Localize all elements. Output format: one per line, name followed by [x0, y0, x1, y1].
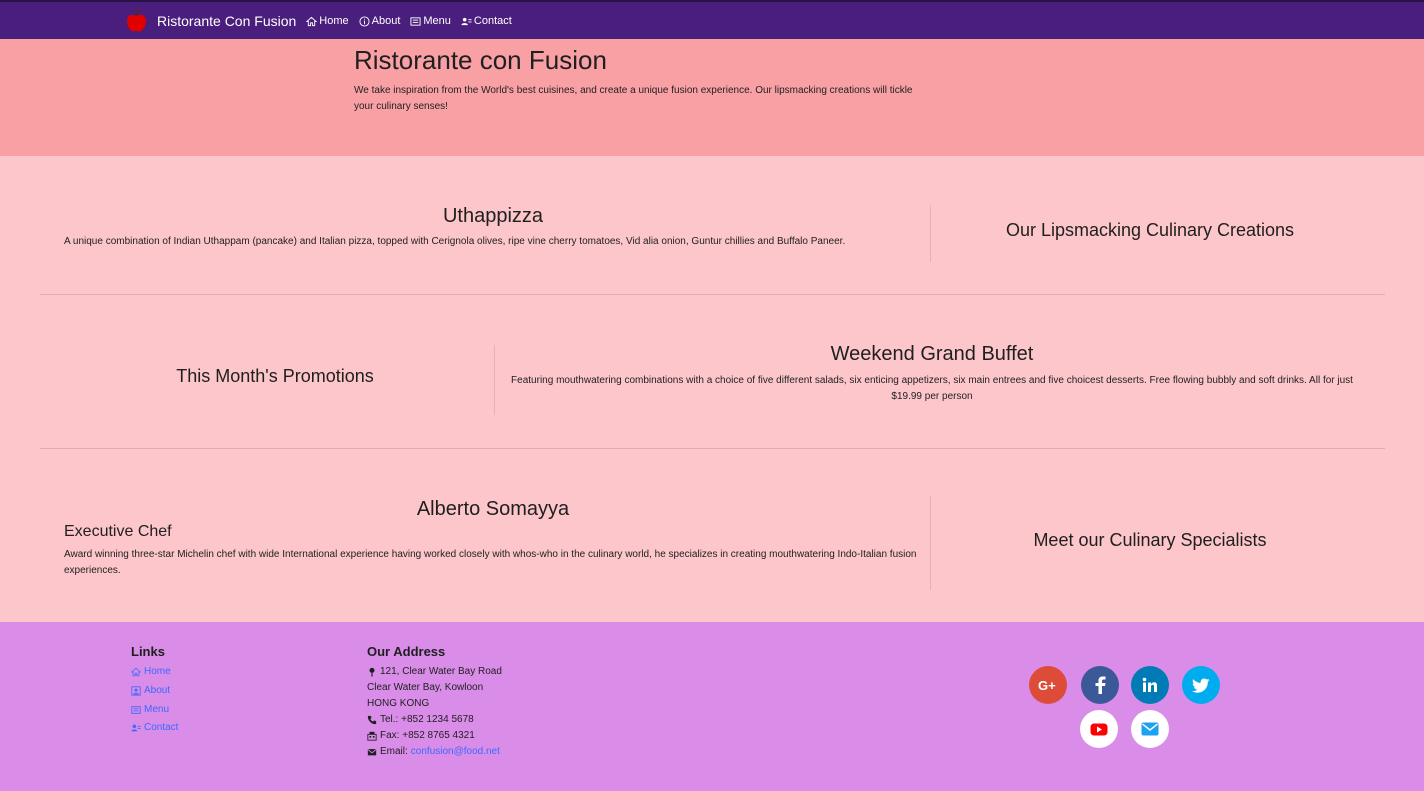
facebook-button[interactable]: [1081, 666, 1119, 704]
address-line2: Clear Water Bay, Kowloon: [367, 682, 484, 693]
leader-side-title: Meet our Culinary Specialists: [1033, 530, 1267, 550]
brand-name[interactable]: Ristorante Con Fusion: [157, 13, 296, 29]
nav-inner: Ristorante Con Fusion Home About Menu Co…: [126, 8, 522, 34]
apple-logo-icon[interactable]: [126, 10, 147, 32]
fax-icon: [367, 731, 377, 741]
footer: Links Home About Menu Contact Our Addres…: [0, 622, 1424, 791]
address-fax: Fax: +852 8765 4321: [367, 730, 475, 741]
mail-icon: [1141, 722, 1159, 736]
list-icon: [410, 16, 421, 27]
mail-button[interactable]: [1131, 710, 1169, 748]
nav-item-contact-label: Contact: [473, 15, 512, 27]
google-plus-button[interactable]: G+: [1029, 666, 1067, 704]
footer-link-home[interactable]: Home: [131, 666, 171, 677]
footer-link-contact-label: Contact: [144, 722, 179, 733]
address-tel: Tel.: +852 1234 5678: [367, 714, 474, 725]
twitter-icon: [1192, 678, 1210, 693]
footer-link-contact[interactable]: Contact: [131, 722, 178, 733]
address-fax-text: Fax: +852 8765 4321: [380, 730, 475, 741]
nav-item-menu[interactable]: Menu: [410, 15, 451, 27]
promotion-title: Weekend Grand Buffet: [830, 343, 1034, 365]
jumbotron-title: Ristorante con Fusion: [354, 45, 607, 75]
leader-description: Award winning three-star Michelin chef w…: [64, 549, 917, 576]
leader-divider: [930, 496, 931, 590]
youtube-icon: [1090, 723, 1108, 735]
nav-item-about-label: About: [371, 15, 401, 27]
envelope-icon: [367, 748, 377, 755]
linkedin-button[interactable]: [1131, 666, 1169, 704]
twitter-button[interactable]: [1182, 666, 1220, 704]
google-plus-icon: G+: [1038, 678, 1056, 692]
svg-text:G+: G+: [1038, 678, 1056, 692]
home-icon: [306, 16, 318, 27]
nav-item-about[interactable]: About: [359, 15, 401, 27]
leader-designation: Executive Chef: [64, 523, 172, 540]
footer-link-about-label: About: [144, 685, 171, 696]
address-line1: 121, Clear Water Bay Road: [367, 666, 502, 677]
address-email-label: Email:: [380, 746, 408, 757]
address-line1-text: 121, Clear Water Bay Road: [380, 666, 502, 677]
dish-description: A unique combination of Indian Uthappam …: [64, 236, 846, 247]
footer-links-heading: Links: [131, 644, 165, 659]
address-email: Email: confusion@food.net: [367, 746, 500, 757]
email-link[interactable]: confusion@food.net: [411, 746, 500, 757]
section-divider-1: [40, 294, 1385, 295]
address-card-icon: [461, 16, 472, 27]
nav-item-contact[interactable]: Contact: [461, 15, 512, 27]
nav-item-home-label: Home: [319, 15, 349, 27]
youtube-button[interactable]: [1080, 710, 1118, 748]
footer-link-home-label: Home: [144, 666, 171, 677]
footer-link-menu-label: Menu: [144, 704, 170, 715]
address-tel-text: Tel.: +852 1234 5678: [380, 714, 474, 725]
info-icon: [359, 15, 370, 27]
address-line3: HONG KONG: [367, 698, 430, 709]
user-icon: [131, 685, 141, 696]
navbar: Ristorante Con Fusion Home About Menu Co…: [0, 0, 1424, 39]
facebook-icon: [1095, 676, 1106, 694]
promotion-description: Featuring mouthwatering combinations wit…: [511, 375, 1353, 402]
nav-item-home[interactable]: Home: [306, 15, 349, 27]
footer-link-menu[interactable]: Menu: [131, 704, 169, 715]
jumbotron: Ristorante con Fusion We take inspiratio…: [0, 39, 1424, 156]
promotion-side-title: This Month's Promotions: [176, 366, 374, 386]
jumbotron-text: We take inspiration from the World's bes…: [354, 85, 913, 112]
address-card-icon: [131, 724, 141, 731]
home-icon: [131, 667, 141, 676]
footer-link-about[interactable]: About: [131, 685, 170, 696]
linkedin-icon: [1142, 677, 1157, 692]
promotion-divider: [494, 345, 495, 415]
section-divider-2: [40, 448, 1385, 449]
phone-icon: [367, 715, 377, 724]
nav-item-menu-label: Menu: [423, 15, 451, 27]
leader-title: Alberto Somayya: [416, 498, 570, 520]
list-icon: [131, 705, 141, 714]
dish-side-title: Our Lipsmacking Culinary Creations: [1005, 220, 1295, 240]
dish-title: Uthappizza: [442, 205, 544, 227]
dish-divider: [930, 205, 931, 262]
map-pin-icon: [369, 667, 375, 677]
footer-address-heading: Our Address: [367, 644, 446, 659]
